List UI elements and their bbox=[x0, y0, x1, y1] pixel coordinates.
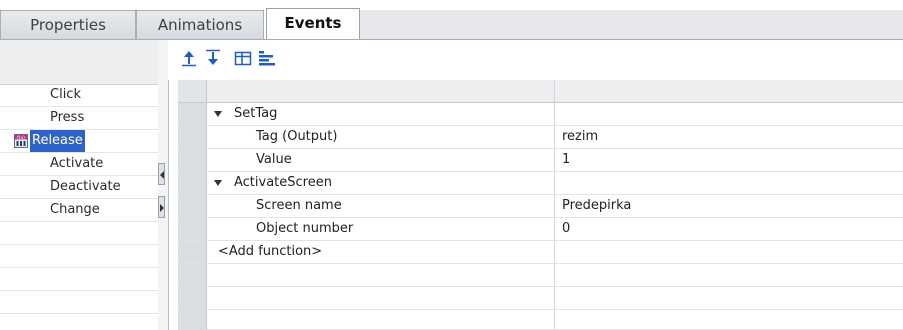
parameter-name: Value bbox=[256, 152, 292, 167]
row-header[interactable] bbox=[178, 126, 207, 148]
row-header[interactable] bbox=[178, 103, 207, 125]
event-function-grid: SetTag Tag (Output) rezim Value 1 Activa… bbox=[178, 80, 903, 330]
parameter-name: Screen name bbox=[256, 198, 342, 213]
event-item-label: Change bbox=[50, 202, 100, 217]
parameter-value[interactable]: Predepirka bbox=[562, 195, 631, 217]
column-separator bbox=[554, 310, 555, 330]
column-separator bbox=[554, 103, 555, 125]
move-down-icon[interactable] bbox=[204, 49, 222, 67]
function-list-icon: f(x) bbox=[14, 134, 28, 148]
event-item-label: Click bbox=[50, 87, 81, 102]
event-item-label: Deactivate bbox=[50, 179, 121, 194]
tab-properties[interactable]: Properties bbox=[0, 10, 136, 39]
collapse-left-icon[interactable] bbox=[158, 163, 165, 185]
grid-row-tag-output[interactable]: Tag (Output) rezim bbox=[178, 126, 903, 149]
column-separator bbox=[554, 287, 555, 309]
tab-bar: Properties Animations Events bbox=[0, 0, 903, 41]
grid-row-settag[interactable]: SetTag bbox=[178, 103, 903, 126]
event-item-label: Press bbox=[50, 110, 85, 125]
event-list-empty-row bbox=[0, 245, 158, 268]
row-header[interactable] bbox=[178, 172, 207, 194]
grid-row-activatescreen[interactable]: ActivateScreen bbox=[178, 172, 903, 195]
tab-events[interactable]: Events bbox=[266, 8, 360, 41]
collapse-toggle-icon[interactable] bbox=[214, 111, 222, 117]
column-separator bbox=[554, 241, 555, 263]
event-item-change[interactable]: Change bbox=[0, 199, 158, 222]
grid-header-row bbox=[178, 80, 903, 103]
event-item-release[interactable]: f(x) Release bbox=[0, 130, 158, 153]
event-list-header bbox=[0, 40, 158, 85]
tab-animations-label: Animations bbox=[157, 16, 243, 34]
grid-corner bbox=[178, 80, 207, 102]
tab-properties-label: Properties bbox=[30, 16, 106, 34]
column-separator bbox=[554, 149, 555, 171]
parameter-name: Object number bbox=[256, 221, 354, 236]
grid-empty-row bbox=[178, 264, 903, 287]
grid-empty-row bbox=[178, 310, 903, 330]
collapse-toggle-icon[interactable] bbox=[214, 180, 222, 186]
grid-empty-row bbox=[178, 287, 903, 310]
expand-all-icon[interactable] bbox=[234, 49, 252, 67]
column-separator bbox=[554, 126, 555, 148]
event-item-label: Activate bbox=[50, 156, 104, 171]
parameter-value[interactable]: 0 bbox=[562, 218, 570, 240]
tab-events-label: Events bbox=[284, 14, 342, 32]
event-toolbar bbox=[168, 40, 903, 80]
event-item-press[interactable]: Press bbox=[0, 107, 158, 130]
grid-row-screen-name[interactable]: Screen name Predepirka bbox=[178, 195, 903, 218]
parameter-value[interactable]: 1 bbox=[562, 149, 570, 171]
row-header[interactable] bbox=[178, 218, 207, 240]
event-item-activate[interactable]: Activate bbox=[0, 153, 158, 176]
expand-right-icon[interactable] bbox=[158, 196, 165, 218]
column-separator bbox=[554, 172, 555, 194]
event-list: Click Press f(x) Release Activate Deacti… bbox=[0, 40, 159, 330]
row-header bbox=[178, 264, 207, 286]
parameter-value[interactable]: rezim bbox=[562, 126, 598, 148]
grid-row-add-function[interactable]: <Add function> bbox=[178, 241, 903, 264]
row-header bbox=[178, 287, 207, 309]
row-header[interactable] bbox=[178, 195, 207, 217]
column-separator bbox=[554, 195, 555, 217]
event-item-click[interactable]: Click bbox=[0, 84, 158, 107]
grid-row-value[interactable]: Value 1 bbox=[178, 149, 903, 172]
tab-strip-background bbox=[360, 10, 903, 39]
column-separator[interactable] bbox=[554, 80, 555, 102]
event-item-label: Release bbox=[30, 130, 85, 152]
event-list-empty-row bbox=[0, 291, 158, 314]
function-name: ActivateScreen bbox=[234, 175, 332, 190]
event-list-empty-row bbox=[0, 222, 158, 245]
row-header[interactable] bbox=[178, 149, 207, 171]
add-function-placeholder[interactable]: <Add function> bbox=[218, 241, 322, 263]
column-separator bbox=[554, 264, 555, 286]
row-header[interactable] bbox=[178, 241, 207, 263]
event-item-deactivate[interactable]: Deactivate bbox=[0, 176, 158, 199]
parameter-name: Tag (Output) bbox=[256, 129, 338, 144]
pane-splitter[interactable] bbox=[158, 40, 169, 330]
function-name: SetTag bbox=[234, 106, 278, 121]
column-separator bbox=[554, 218, 555, 240]
tab-animations[interactable]: Animations bbox=[136, 10, 264, 39]
svg-text:f(x): f(x) bbox=[17, 135, 25, 141]
move-up-icon[interactable] bbox=[180, 49, 198, 67]
event-list-empty-row bbox=[0, 268, 158, 291]
grid-row-object-number[interactable]: Object number 0 bbox=[178, 218, 903, 241]
row-header bbox=[178, 310, 207, 330]
collapse-all-icon[interactable] bbox=[258, 49, 276, 67]
